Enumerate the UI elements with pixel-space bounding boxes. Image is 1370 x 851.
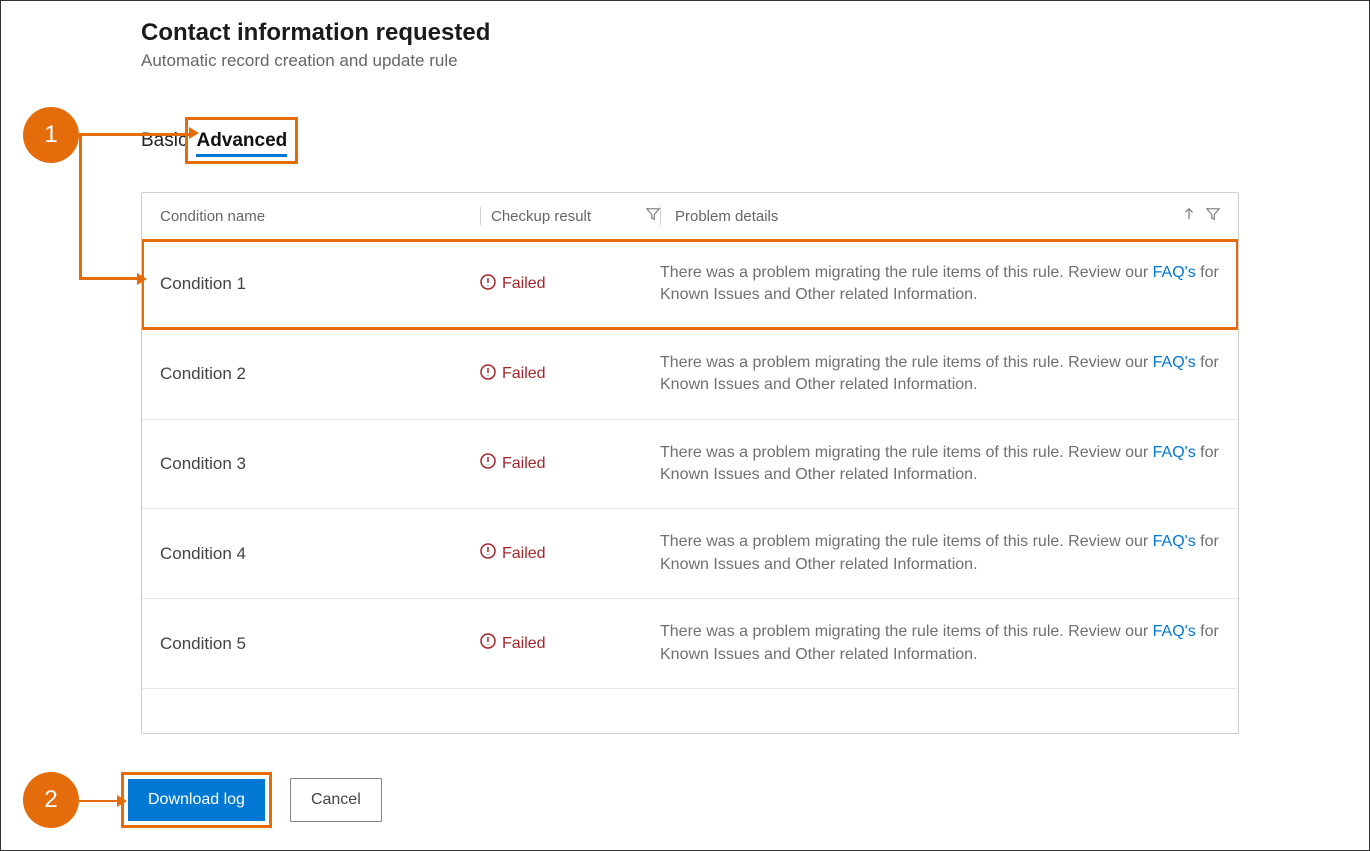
sort-icon[interactable] (1182, 207, 1196, 225)
condition-name: Condition 1 (160, 274, 480, 294)
error-icon (480, 543, 496, 564)
table-row[interactable]: Condition 3 Failed There was a problem m… (142, 420, 1238, 510)
result-text: Failed (502, 275, 546, 293)
condition-name: Condition 3 (160, 454, 480, 474)
error-icon (480, 364, 496, 385)
details-pre: There was a problem migrating the rule i… (660, 354, 1153, 371)
column-details-label: Problem details (675, 208, 778, 225)
checkup-result: Failed (480, 274, 660, 295)
table-spacer (142, 689, 1238, 733)
column-problem-details[interactable]: Problem details (660, 207, 1220, 225)
result-text: Failed (502, 365, 546, 383)
problem-details: There was a problem migrating the rule i… (660, 531, 1220, 576)
arrowhead-icon (117, 795, 127, 807)
callout-highlight-advanced: Advanced (185, 117, 298, 164)
page-title: Contact information requested (141, 19, 1239, 47)
filter-icon[interactable] (646, 207, 660, 225)
table-row[interactable]: Condition 4 Failed There was a problem m… (142, 509, 1238, 599)
error-icon (480, 453, 496, 474)
faq-link[interactable]: FAQ's (1153, 264, 1196, 281)
problem-details: There was a problem migrating the rule i… (660, 262, 1220, 307)
details-pre: There was a problem migrating the rule i… (660, 444, 1153, 461)
faq-link[interactable]: FAQ's (1153, 533, 1196, 550)
download-log-button[interactable]: Download log (128, 779, 265, 821)
column-result-label: Checkup result (491, 208, 591, 225)
faq-link[interactable]: FAQ's (1153, 623, 1196, 640)
page-subtitle: Automatic record creation and update rul… (141, 51, 1239, 71)
arrowhead-icon (189, 127, 199, 139)
tab-advanced[interactable]: Advanced (196, 124, 287, 157)
problem-details: There was a problem migrating the rule i… (660, 352, 1220, 397)
checkup-result: Failed (480, 633, 660, 654)
action-bar: Download log Cancel (121, 772, 382, 828)
result-text: Failed (502, 545, 546, 563)
callout-badge-1: 1 (23, 107, 79, 163)
condition-name: Condition 2 (160, 364, 480, 384)
faq-link[interactable]: FAQ's (1153, 444, 1196, 461)
condition-name: Condition 5 (160, 634, 480, 654)
error-icon (480, 274, 496, 295)
condition-name: Condition 4 (160, 544, 480, 564)
tab-bar: Basic Advanced (141, 117, 1239, 164)
callout-connector (79, 133, 191, 136)
details-pre: There was a problem migrating the rule i… (660, 533, 1153, 550)
result-text: Failed (502, 455, 546, 473)
callout-badge-2: 2 (23, 772, 79, 828)
cancel-button[interactable]: Cancel (290, 778, 382, 822)
error-icon (480, 633, 496, 654)
problem-details: There was a problem migrating the rule i… (660, 621, 1220, 666)
arrowhead-icon (137, 273, 147, 285)
column-checkup-result[interactable]: Checkup result (480, 207, 660, 225)
details-pre: There was a problem migrating the rule i… (660, 264, 1153, 281)
tab-basic[interactable]: Basic (141, 124, 187, 158)
checkup-result: Failed (480, 364, 660, 385)
details-pre: There was a problem migrating the rule i… (660, 623, 1153, 640)
filter-icon[interactable] (1206, 207, 1220, 225)
checkup-result: Failed (480, 543, 660, 564)
callout-connector (79, 133, 82, 279)
checkup-result: Failed (480, 453, 660, 474)
problem-details: There was a problem migrating the rule i… (660, 442, 1220, 487)
table-header: Condition name Checkup result Problem de… (142, 193, 1238, 240)
table-row[interactable]: Condition 2 Failed There was a problem m… (142, 330, 1238, 420)
column-condition-name[interactable]: Condition name (160, 208, 480, 225)
faq-link[interactable]: FAQ's (1153, 354, 1196, 371)
table-row[interactable]: Condition 5 Failed There was a problem m… (142, 599, 1238, 689)
result-text: Failed (502, 635, 546, 653)
callout-connector (79, 277, 137, 280)
callout-connector (79, 800, 119, 803)
table-row[interactable]: Condition 1 Failed There was a problem m… (141, 239, 1239, 330)
callout-highlight-download: Download log (121, 772, 272, 828)
conditions-table: Condition name Checkup result Problem de… (141, 192, 1239, 734)
